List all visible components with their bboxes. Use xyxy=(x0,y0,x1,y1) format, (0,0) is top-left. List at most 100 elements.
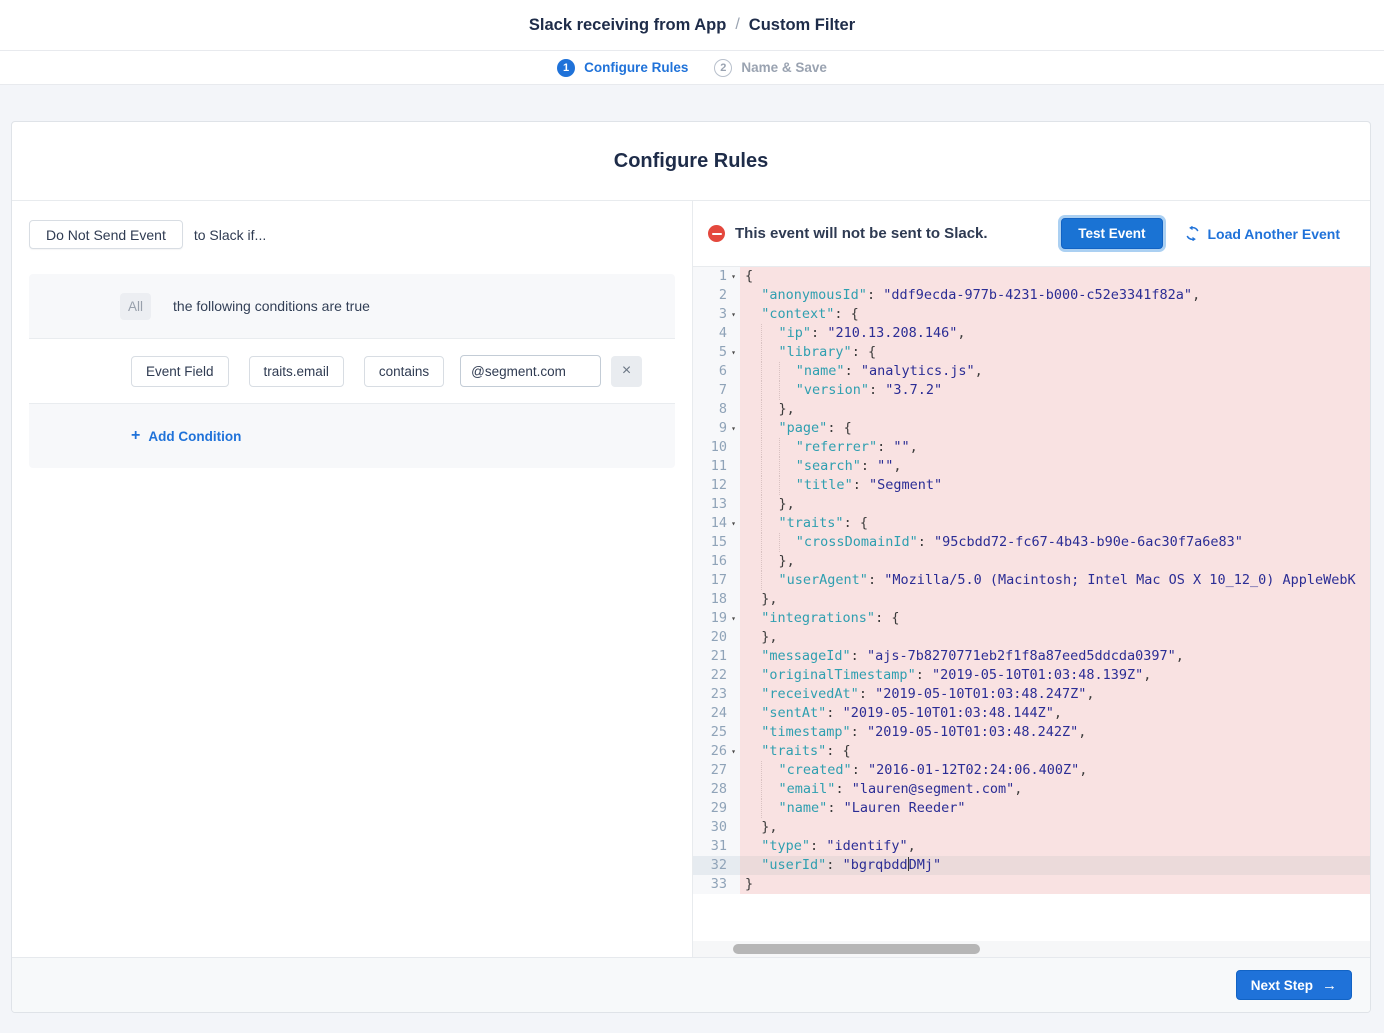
line-number: 7 xyxy=(719,381,727,400)
code-line: 27 "created": "2016-01-12T02:24:06.400Z"… xyxy=(693,761,1370,780)
next-step-button[interactable]: Next Step → xyxy=(1236,970,1352,1000)
condition-field-button[interactable]: traits.email xyxy=(249,356,344,387)
line-number: 4 xyxy=(719,324,727,343)
fold-spacer xyxy=(727,685,740,704)
code-line: 32 "userId": "bgrqbddDMj" xyxy=(693,856,1370,875)
condition-value-input[interactable] xyxy=(460,355,601,387)
step-name-save[interactable]: 2 Name & Save xyxy=(714,59,827,77)
event-preview-panel: This event will not be sent to Slack. Te… xyxy=(693,201,1370,957)
fold-spacer xyxy=(727,837,740,856)
line-number: 21 xyxy=(711,647,727,666)
load-another-event-link[interactable]: Load Another Event xyxy=(1185,226,1341,242)
line-number: 17 xyxy=(711,571,727,590)
test-event-button[interactable]: Test Event xyxy=(1061,218,1162,249)
code-line: 16 }, xyxy=(693,552,1370,571)
code-line: 2 "anonymousId": "ddf9ecda-977b-4231-b00… xyxy=(693,286,1370,305)
code-line: 17 "userAgent": "Mozilla/5.0 (Macintosh;… xyxy=(693,571,1370,590)
code-line: 6 "name": "analytics.js", xyxy=(693,362,1370,381)
code-line: 8 }, xyxy=(693,400,1370,419)
step-2-badge: 2 xyxy=(714,59,732,77)
fold-spacer xyxy=(727,533,740,552)
line-number: 6 xyxy=(719,362,727,381)
send-action-toggle-button[interactable]: Do Not Send Event xyxy=(29,220,183,249)
line-number: 31 xyxy=(711,837,727,856)
line-number: 23 xyxy=(711,685,727,704)
code-line: 23 "receivedAt": "2019-05-10T01:03:48.24… xyxy=(693,685,1370,704)
action-suffix-label: to Slack if... xyxy=(194,227,266,243)
breadcrumb-separator: / xyxy=(735,16,739,34)
code-line: 33} xyxy=(693,875,1370,894)
load-another-event-label: Load Another Event xyxy=(1208,226,1341,242)
fold-toggle-icon[interactable]: ▾ xyxy=(727,742,740,761)
add-condition-button[interactable]: + Add Condition xyxy=(29,404,675,468)
card-footer: Next Step → xyxy=(12,957,1370,1012)
step-indicator: 1 Configure Rules 2 Name & Save xyxy=(0,51,1384,85)
arrow-right-icon: → xyxy=(1322,977,1337,994)
breadcrumb: Slack receiving from App / Custom Filter xyxy=(0,0,1384,51)
fold-spacer xyxy=(727,780,740,799)
line-number: 26 xyxy=(711,742,727,761)
fold-toggle-icon[interactable]: ▾ xyxy=(727,514,740,533)
line-number: 24 xyxy=(711,704,727,723)
line-number: 19 xyxy=(711,609,727,628)
line-number: 29 xyxy=(711,799,727,818)
step-configure-rules[interactable]: 1 Configure Rules xyxy=(557,59,688,77)
json-code-editor[interactable]: 1▾{2 "anonymousId": "ddf9ecda-977b-4231-… xyxy=(693,267,1370,957)
line-number: 1 xyxy=(719,267,727,286)
code-line: 3▾ "context": { xyxy=(693,305,1370,324)
scrollbar-thumb[interactable] xyxy=(733,944,980,954)
fold-toggle-icon[interactable]: ▾ xyxy=(727,419,740,438)
code-line: 12 "title": "Segment" xyxy=(693,476,1370,495)
code-line: 9▾ "page": { xyxy=(693,419,1370,438)
code-line: 7 "version": "3.7.2" xyxy=(693,381,1370,400)
line-number: 9 xyxy=(719,419,727,438)
code-line: 5▾ "library": { xyxy=(693,343,1370,362)
code-line: 4 "ip": "210.13.208.146", xyxy=(693,324,1370,343)
line-number: 2 xyxy=(719,286,727,305)
remove-condition-button[interactable]: × xyxy=(611,356,642,387)
line-number: 32 xyxy=(711,856,727,875)
fold-toggle-icon[interactable]: ▾ xyxy=(727,343,740,362)
fold-spacer xyxy=(727,495,740,514)
code-line: 22 "originalTimestamp": "2019-05-10T01:0… xyxy=(693,666,1370,685)
code-line: 30 }, xyxy=(693,818,1370,837)
fold-spacer xyxy=(727,799,740,818)
line-number: 13 xyxy=(711,495,727,514)
group-description: the following conditions are true xyxy=(173,298,370,314)
fold-spacer xyxy=(727,856,740,875)
condition-operator-button[interactable]: contains xyxy=(364,356,444,387)
line-number: 11 xyxy=(711,457,727,476)
code-line: 11 "search": "", xyxy=(693,457,1370,476)
code-line: 15 "crossDomainId": "95cbdd72-fc67-4b43-… xyxy=(693,533,1370,552)
line-number: 15 xyxy=(711,533,727,552)
fold-spacer xyxy=(727,647,740,666)
line-number: 10 xyxy=(711,438,727,457)
code-line: 13 }, xyxy=(693,495,1370,514)
fold-spacer xyxy=(727,400,740,419)
fold-toggle-icon[interactable]: ▾ xyxy=(727,267,740,286)
fold-spacer xyxy=(727,457,740,476)
code-lines: 1▾{2 "anonymousId": "ddf9ecda-977b-4231-… xyxy=(693,267,1370,894)
code-line: 28 "email": "lauren@segment.com", xyxy=(693,780,1370,799)
fold-spacer xyxy=(727,723,740,742)
fold-spacer xyxy=(727,818,740,837)
fold-toggle-icon[interactable]: ▾ xyxy=(727,609,740,628)
group-operator-chip[interactable]: All xyxy=(120,293,151,320)
editor-empty-area xyxy=(693,894,1370,941)
fold-toggle-icon[interactable]: ▾ xyxy=(727,305,740,324)
line-number: 28 xyxy=(711,780,727,799)
condition-type-button[interactable]: Event Field xyxy=(131,356,229,387)
code-line: 1▾{ xyxy=(693,267,1370,286)
fold-spacer xyxy=(727,476,740,495)
plus-icon: + xyxy=(131,427,140,445)
line-number: 25 xyxy=(711,723,727,742)
step-1-label: Configure Rules xyxy=(584,60,688,75)
code-line: 25 "timestamp": "2019-05-10T01:03:48.242… xyxy=(693,723,1370,742)
refresh-icon xyxy=(1185,226,1200,241)
fold-spacer xyxy=(727,590,740,609)
code-line: 31 "type": "identify", xyxy=(693,837,1370,856)
configure-rules-card: Configure Rules Do Not Send Event to Sla… xyxy=(11,121,1371,1013)
code-line: 20 }, xyxy=(693,628,1370,647)
line-number: 22 xyxy=(711,666,727,685)
fold-spacer xyxy=(727,286,740,305)
